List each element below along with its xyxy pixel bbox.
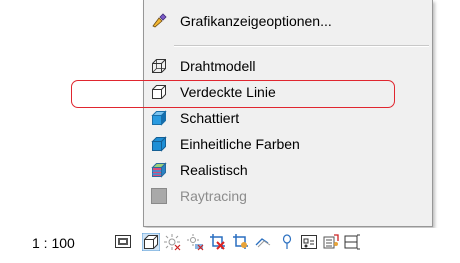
menu-separator (174, 45, 429, 47)
consistent-colors-cube-icon (151, 136, 167, 152)
reveal-hidden-icon[interactable] (300, 233, 318, 251)
view-scale[interactable]: 1 : 100 (32, 235, 75, 251)
brush-settings-icon (151, 13, 167, 29)
show-crop-region-icon[interactable] (232, 233, 250, 251)
crop-view-icon[interactable] (209, 233, 227, 251)
menu-item-shaded[interactable]: Schattiert (144, 106, 432, 130)
unlock-3d-view-icon[interactable] (254, 233, 272, 251)
menu-item-hidden-line[interactable]: Verdeckte Linie (144, 80, 432, 104)
menu-item-label: Realistisch (180, 162, 248, 178)
shadows-icon[interactable] (186, 233, 204, 251)
wireframe-cube-icon (151, 58, 167, 74)
menu-item-label: Einheitliche Farben (180, 136, 300, 152)
visual-style-menu: Grafikanzeigeoptionen... Drahtmodell Ver… (143, 0, 433, 227)
menu-item-raytracing: Raytracing (144, 184, 432, 208)
temporary-hide-icon[interactable] (278, 233, 296, 251)
menu-item-label: Drahtmodell (180, 58, 256, 74)
sun-path-icon[interactable] (163, 233, 181, 251)
hidden-line-cube-icon (151, 84, 167, 100)
menu-item-label: Raytracing (180, 188, 247, 204)
menu-item-label: Grafikanzeigeoptionen... (180, 13, 332, 29)
shaded-cube-icon (151, 110, 167, 126)
raytracing-icon (151, 188, 167, 204)
realistic-cube-icon (151, 162, 167, 178)
menu-item-consistent-colors[interactable]: Einheitliche Farben (144, 132, 432, 156)
status-bar-bottom (0, 258, 460, 263)
menu-item-graphic-display-options[interactable]: Grafikanzeigeoptionen... (144, 9, 432, 33)
menu-item-label: Verdeckte Linie (180, 84, 276, 100)
visual-style-icon[interactable] (142, 233, 160, 251)
detail-level-icon[interactable] (114, 233, 132, 251)
view-control-bar: 1 : 100 (0, 228, 460, 258)
menu-item-realistic[interactable]: Realistisch (144, 158, 432, 182)
analytical-model-icon[interactable] (322, 233, 340, 251)
menu-item-label: Schattiert (180, 110, 240, 126)
highlight-displacement-icon[interactable] (343, 233, 361, 251)
menu-item-wireframe[interactable]: Drahtmodell (144, 54, 432, 78)
